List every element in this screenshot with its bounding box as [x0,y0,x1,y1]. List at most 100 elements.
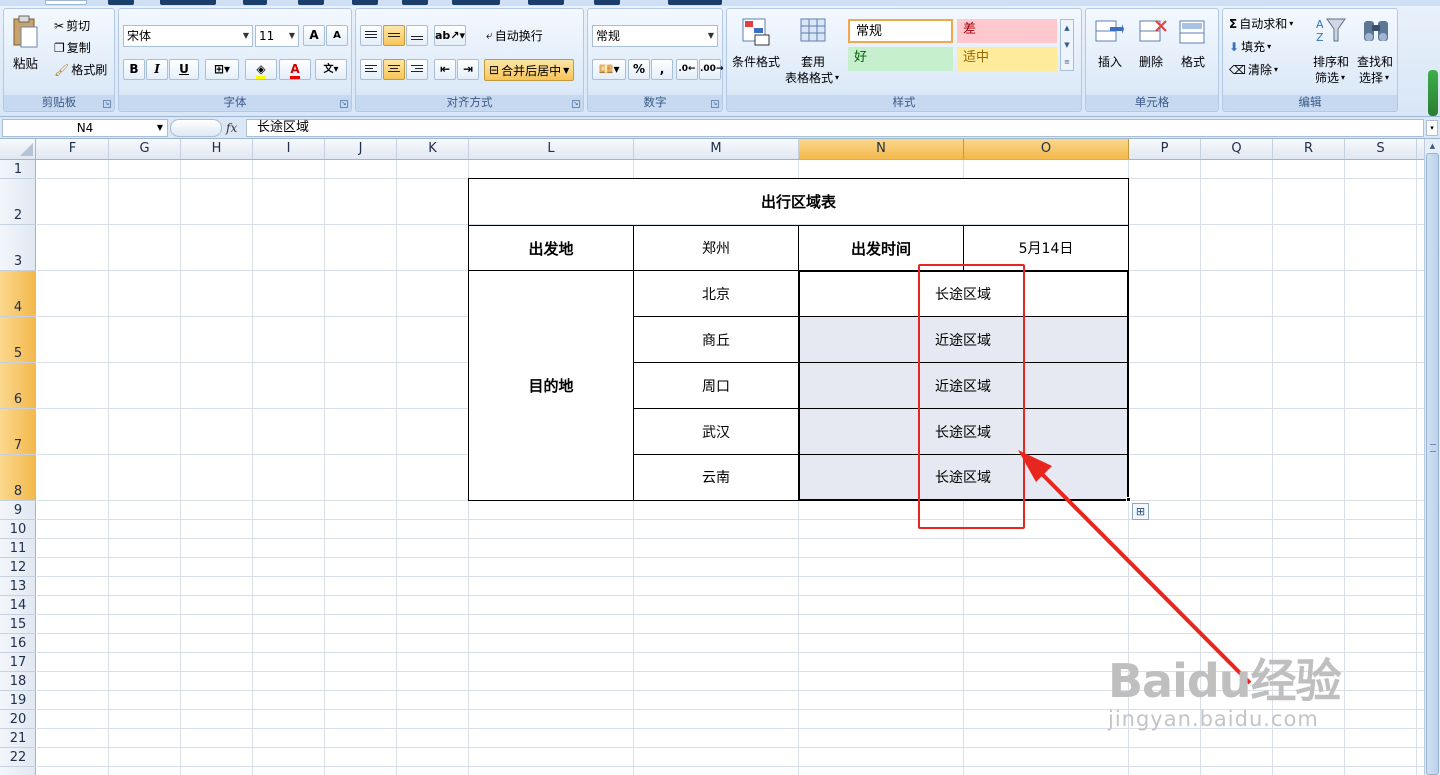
clear-button[interactable]: ⌫ 清除 ▾ [1229,61,1278,78]
cut-button[interactable]: ✂ 剪切 [54,17,90,34]
style-neutral[interactable]: 适中 [957,47,1057,71]
underline-button[interactable]: U [169,59,199,80]
row-header-7[interactable]: 7 [0,409,36,455]
align-right-button[interactable] [406,59,428,80]
font-size-select[interactable]: 11 ▼ [255,25,299,47]
insert-cells-icon[interactable] [1094,17,1124,50]
column-header-j[interactable]: J [325,139,397,159]
align-middle-button[interactable] [383,25,405,46]
conditional-format-icon[interactable] [741,17,771,47]
destination-city[interactable]: 云南 [634,455,798,499]
italic-button[interactable]: I [146,59,168,80]
row-header-6[interactable]: 6 [0,363,36,409]
row-header-19[interactable]: 19 [0,691,36,710]
column-header-k[interactable]: K [397,139,469,159]
row-header-22[interactable]: 22 [0,748,36,767]
grow-font-button[interactable]: A [303,25,325,46]
style-good[interactable]: 好 [848,47,953,71]
align-bottom-button[interactable] [406,25,428,46]
fill-button[interactable]: ⬇ 填充 ▾ [1229,38,1271,55]
fill-color-button[interactable]: ◈ [245,59,277,80]
row-header-4[interactable]: 4 [0,271,36,317]
phonetic-button[interactable]: 文▾ [315,59,347,80]
delete-cells-icon[interactable] [1138,17,1168,50]
format-painter-button[interactable]: 🖌 格式刷 [54,61,107,78]
row-header-18[interactable]: 18 [0,672,36,691]
currency-button[interactable]: 💴▾ [592,59,626,80]
row-header-11[interactable]: 11 [0,539,36,558]
style-normal[interactable]: 常规 [848,19,953,43]
scroll-up-icon[interactable]: ▲ [1426,140,1439,152]
autosum-button[interactable]: Σ 自动求和 ▾ [1229,15,1293,32]
tab-view[interactable] [402,0,428,5]
expand-formula-bar-icon[interactable]: ▾ [1426,120,1438,136]
insert-button[interactable]: 插入 [1098,53,1122,70]
conditional-format-button[interactable]: 条件格式 [732,53,780,70]
find-select-label-2[interactable]: 选择 ▾ [1359,69,1389,86]
increase-indent-button[interactable]: ⇥ [457,59,479,80]
sort-filter-icon[interactable]: AZ [1315,15,1347,48]
row-header-8[interactable]: 8 [0,455,36,501]
column-header-o[interactable]: O [964,139,1129,159]
select-all-corner[interactable] [0,139,36,159]
clipboard-launcher-icon[interactable]: ↘ [103,100,111,108]
row-header-17[interactable]: 17 [0,653,36,672]
column-header-r[interactable]: R [1273,139,1345,159]
alignment-launcher-icon[interactable]: ↘ [572,100,580,108]
row-header-2[interactable]: 2 [0,179,36,225]
column-header-l[interactable]: L [469,139,634,159]
insert-function-icon[interactable]: fx [226,119,244,137]
merge-center-button[interactable]: ⊟ 合并后居中 ▼ [484,59,575,81]
table-format-label-2[interactable]: 表格格式 ▾ [785,69,839,86]
vertical-scrollbar[interactable]: ▲ [1424,139,1440,775]
origin-label[interactable]: 出发地 [469,226,633,270]
column-header-f[interactable]: F [37,139,109,159]
format-button[interactable]: 格式 [1181,53,1205,70]
tab-extra[interactable] [594,0,620,5]
paste-icon[interactable] [10,15,40,49]
formula-input[interactable]: 长途区域 [246,119,1424,137]
tab-insert[interactable] [108,0,134,5]
column-header-q[interactable]: Q [1201,139,1273,159]
table-title[interactable]: 出行区域表 [469,179,1128,224]
row-header-20[interactable]: 20 [0,710,36,729]
formula-splitter[interactable] [170,119,222,137]
destination-city[interactable]: 商丘 [634,317,798,362]
paste-button[interactable]: 粘贴 [13,53,38,72]
sort-filter-label-2[interactable]: 筛选 ▾ [1315,69,1345,86]
row-header-14[interactable]: 14 [0,596,36,615]
decrease-indent-button[interactable]: ⇤ [434,59,456,80]
font-name-select[interactable]: 宋体 ▼ [123,25,253,47]
row-header-13[interactable]: 13 [0,577,36,596]
comma-button[interactable]: , [651,59,673,80]
tab-data[interactable] [298,0,324,5]
destination-city[interactable]: 北京 [634,271,798,316]
tab-page-layout[interactable] [160,0,216,5]
font-launcher-icon[interactable]: ↘ [340,100,348,108]
style-bad[interactable]: 差 [957,19,1057,43]
destination-city[interactable]: 武汉 [634,409,798,454]
destination-city[interactable]: 周口 [634,363,798,408]
delete-button[interactable]: 删除 [1139,53,1163,70]
sort-filter-label-1[interactable]: 排序和 [1313,53,1349,70]
column-header-m[interactable]: M [634,139,799,159]
origin-value[interactable]: 郑州 [634,226,798,270]
bold-button[interactable]: B [123,59,145,80]
row-header-10[interactable]: 10 [0,520,36,539]
ribbon-scroll-handle[interactable] [1428,70,1438,116]
number-launcher-icon[interactable]: ↘ [711,100,719,108]
column-header-s[interactable]: S [1345,139,1417,159]
borders-button[interactable]: ⊞▾ [205,59,239,80]
binoculars-icon[interactable] [1361,15,1391,48]
tab-developer[interactable] [452,0,500,5]
wrap-text-button[interactable]: ⤶ 自动换行 [486,27,543,44]
table-format-icon[interactable] [799,17,829,47]
column-header-i[interactable]: I [253,139,325,159]
column-header-g[interactable]: G [109,139,181,159]
tab-formulas[interactable] [243,0,267,5]
name-box[interactable]: N4 ▼ [2,119,168,137]
format-cells-icon[interactable] [1178,17,1208,50]
tab-home[interactable] [45,0,87,5]
row-header-16[interactable]: 16 [0,634,36,653]
align-top-button[interactable] [360,25,382,46]
